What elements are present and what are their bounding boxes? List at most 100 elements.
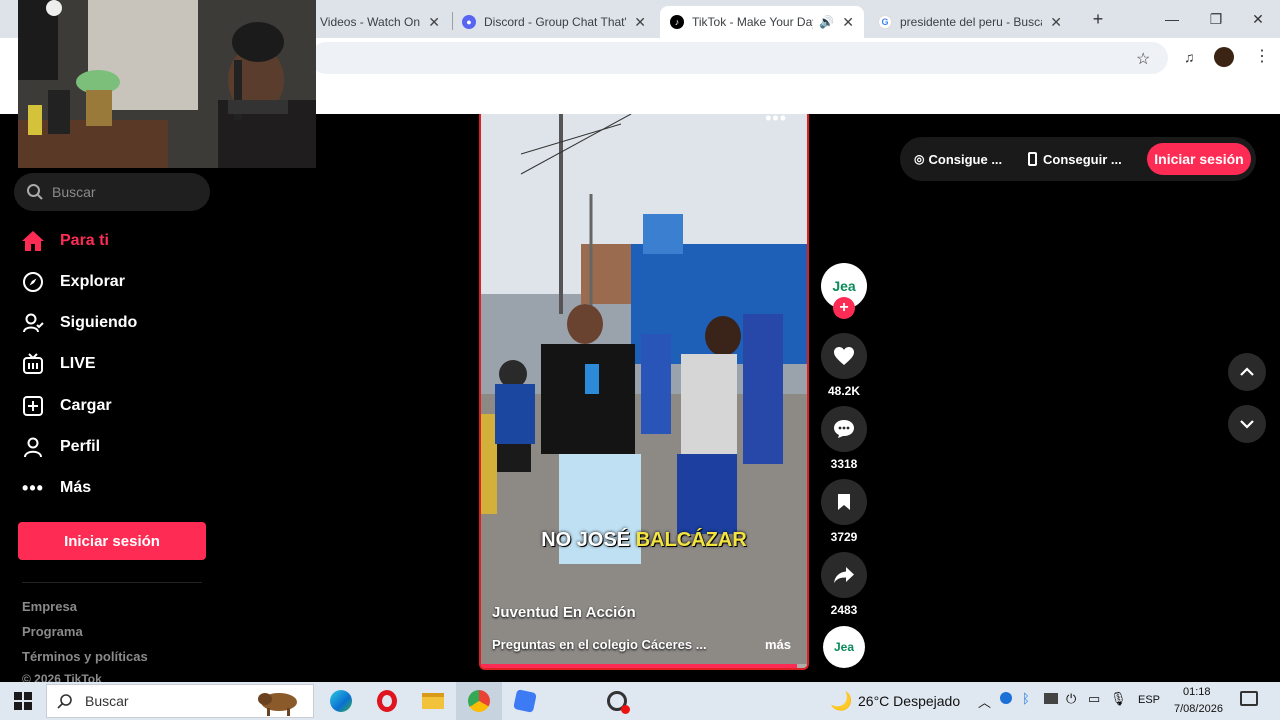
windows-taskbar: Buscar 🌙 26°C Despejado ︿ ᛒ ⏻ ▭ 🎙 ESP 01… (0, 682, 1280, 720)
video-caption: NO JOSÉ BALCÁZAR (481, 529, 807, 552)
video-progress-bar[interactable] (481, 664, 807, 668)
chevron-up-icon[interactable]: ︿ (978, 692, 991, 711)
tray-app-icon[interactable] (1000, 692, 1012, 704)
progress-fill (481, 664, 798, 668)
nav-mas[interactable]: ••• Más (20, 471, 91, 505)
bluetooth-icon[interactable]: ᛒ (1022, 691, 1030, 706)
edge-app[interactable] (318, 682, 364, 720)
roblox-icon (513, 689, 537, 713)
avatar-text: Jea (833, 640, 855, 654)
footer-link-terminos[interactable]: Términos y políticas (22, 649, 148, 664)
follow-button[interactable]: + (833, 297, 855, 319)
more-link[interactable]: más (765, 637, 791, 652)
get-coins-item[interactable]: ◎ Consigue ... (914, 137, 1002, 181)
previous-video-button[interactable] (1228, 353, 1266, 391)
nav-perfil[interactable]: Perfil (20, 430, 100, 464)
video-author[interactable]: Juventud En Acción (492, 604, 636, 621)
next-video-button[interactable] (1228, 405, 1266, 443)
discord-icon: ● (462, 15, 476, 29)
clock-date[interactable]: 7/08/2026 (1174, 703, 1223, 715)
kebab-menu-icon[interactable]: ⋮ (1254, 46, 1270, 66)
footer-link-programa[interactable]: Programa (22, 624, 83, 639)
roblox-app[interactable] (502, 682, 548, 720)
search-icon (57, 694, 72, 709)
video-player[interactable]: ••• NO JOSÉ BALCÁZAR Juventud En Acción … (479, 114, 809, 670)
search-icon (27, 184, 43, 200)
taskbar-search-input[interactable]: Buscar (46, 684, 314, 718)
tab-title: Videos - Watch On (320, 15, 421, 29)
tab-tiktok[interactable]: ♪ TikTok - Make Your Day 🔊 ✕ (660, 6, 864, 38)
clock-time[interactable]: 01:18 (1183, 686, 1211, 698)
nav-live[interactable]: LIVE (20, 347, 96, 381)
tab-videos[interactable]: Videos - Watch On ✕ (310, 6, 450, 38)
home-icon (20, 228, 46, 254)
display-icon[interactable] (1044, 693, 1058, 704)
heart-icon (834, 347, 854, 365)
close-icon[interactable]: ✕ (842, 14, 854, 31)
address-bar[interactable] (310, 42, 1168, 74)
nav-para-ti[interactable]: Para ti (20, 224, 109, 258)
network-icon[interactable]: ▭ (1088, 691, 1100, 707)
top-login-button[interactable]: Iniciar sesión (1147, 143, 1251, 175)
save-count: 3729 (830, 530, 858, 544)
file-explorer-app[interactable] (410, 682, 456, 720)
notification-icon[interactable] (1240, 691, 1258, 706)
profile-icon (20, 434, 46, 460)
video-description: Preguntas en el colegio Cáceres ... (492, 637, 707, 652)
power-icon[interactable]: ⏻ (1066, 691, 1076, 707)
save-button[interactable] (821, 479, 867, 525)
edge-icon (330, 690, 352, 712)
media-control-icon[interactable]: ♫ (1184, 49, 1195, 65)
footer-link-empresa[interactable]: Empresa (22, 599, 77, 614)
sound-avatar[interactable]: Jea (823, 626, 865, 668)
tab-discord[interactable]: ● Discord - Group Chat That's ✕ (452, 6, 656, 38)
close-icon[interactable]: ✕ (1050, 14, 1062, 31)
minimize-button[interactable]: — (1150, 0, 1194, 38)
video-frame (481, 114, 807, 668)
video-options-icon[interactable]: ••• (765, 114, 787, 129)
nav-siguiendo[interactable]: Siguiendo (20, 306, 137, 340)
search-placeholder: Buscar (52, 184, 96, 200)
nav-cargar[interactable]: Cargar (20, 389, 112, 423)
tab-title: TikTok - Make Your Day (692, 15, 814, 29)
obs-app[interactable] (594, 682, 640, 720)
obs-icon (607, 691, 630, 714)
start-button[interactable] (0, 682, 46, 720)
live-icon (20, 351, 46, 377)
webcam-overlay (18, 0, 316, 168)
close-icon[interactable]: ✕ (428, 14, 440, 31)
bison-decoration-icon (258, 693, 297, 716)
sidebar-divider (22, 582, 202, 583)
tab-google[interactable]: G presidente del peru - Buscar ✕ (868, 6, 1072, 38)
comment-button[interactable] (821, 406, 867, 452)
share-button[interactable] (821, 552, 867, 598)
tiktok-icon: ♪ (670, 15, 684, 29)
login-button[interactable]: Iniciar sesión (18, 522, 206, 560)
caption-highlight: BALCÁZAR (635, 529, 747, 551)
chrome-app[interactable] (456, 682, 502, 720)
new-tab-button[interactable]: + (1076, 0, 1120, 38)
get-coins-label: Consigue ... (928, 151, 1003, 167)
more-icon: ••• (22, 477, 44, 498)
restore-button[interactable]: ❐ (1194, 0, 1238, 38)
mic-icon[interactable]: 🎙 (1110, 691, 1127, 707)
windows-logo-icon (14, 692, 32, 710)
nav-label: Siguiendo (60, 314, 138, 331)
weather-text[interactable]: 26°C Despejado (858, 693, 960, 709)
get-app-label: Conseguir ... (1043, 151, 1122, 167)
close-icon[interactable]: ✕ (634, 14, 646, 31)
compass-icon (20, 269, 46, 295)
star-icon[interactable]: ☆ (1136, 49, 1150, 69)
nav-explorar[interactable]: Explorar (20, 265, 125, 299)
profile-avatar[interactable] (1214, 47, 1234, 67)
like-button[interactable] (821, 333, 867, 379)
language-indicator[interactable]: ESP (1138, 694, 1160, 706)
get-app-item[interactable]: Conseguir ... (1028, 137, 1122, 181)
search-input[interactable]: Buscar (14, 173, 210, 211)
speaker-icon[interactable]: 🔊 (819, 15, 834, 29)
nav-label: Para ti (60, 232, 109, 249)
close-window-button[interactable]: ✕ (1236, 0, 1280, 38)
recording-dot-icon (621, 705, 630, 714)
share-count: 2483 (830, 603, 858, 617)
opera-app[interactable] (364, 682, 410, 720)
